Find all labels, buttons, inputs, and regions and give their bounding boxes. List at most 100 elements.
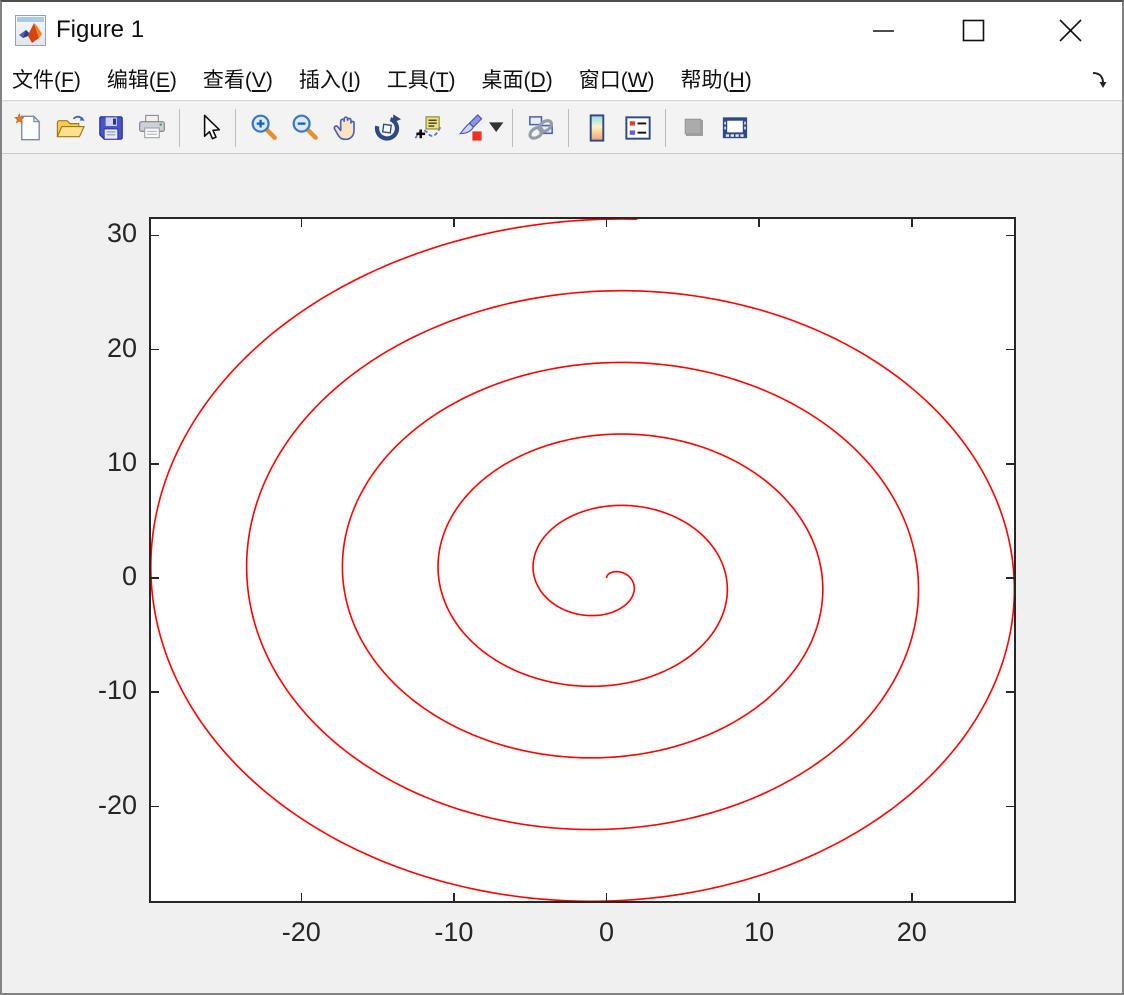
x-tick-label: 0 (599, 917, 615, 947)
y-tick-right (1006, 691, 1014, 694)
menu-item-desktop[interactable]: 桌面(D) (482, 64, 553, 94)
toolbar-separator (665, 108, 666, 147)
zoom-out-icon (292, 114, 318, 140)
edit-plot-pointer-button[interactable] (187, 107, 228, 149)
titlebar[interactable]: Figure 1 (2, 2, 1122, 58)
maximize-icon (962, 19, 984, 41)
maximize-button[interactable] (928, 2, 1018, 58)
x-tick-label: -20 (281, 917, 321, 947)
hide-plot-tools-button (673, 107, 714, 149)
y-tick (151, 805, 159, 808)
zoom-in-button[interactable] (243, 107, 284, 149)
x-tick (300, 893, 303, 901)
menu-item-insert[interactable]: 插入(I) (299, 64, 361, 94)
link-plot-button[interactable] (520, 107, 561, 149)
link-plot-icon (527, 115, 553, 140)
insert-legend-button[interactable] (617, 107, 658, 149)
toolbar-separator (512, 108, 513, 147)
minimize-icon (872, 29, 894, 32)
matlab-logo (19, 22, 42, 43)
open-file-icon (56, 115, 85, 137)
data-cursor-button[interactable] (407, 107, 448, 149)
y-tick-right (1006, 577, 1014, 579)
print-figure-button[interactable] (131, 107, 172, 149)
figure-toolbar (2, 102, 1122, 154)
brush-dropdown-button[interactable] (489, 107, 505, 149)
minimize-button[interactable] (838, 2, 928, 58)
chevron-down-icon (489, 121, 504, 132)
menubar: 文件(F) 编辑(E) 查看(V) 插入(I) 工具(T) 桌面(D) 窗口(W) 帮助(H) (2, 58, 1122, 101)
brush-icon (458, 113, 482, 141)
save-figure-icon (98, 115, 123, 140)
menu-item-help[interactable]: 帮助(H) (681, 64, 752, 94)
y-tick-label: 10 (106, 446, 137, 477)
close-button[interactable] (1018, 2, 1122, 58)
y-tick-right (1006, 234, 1014, 237)
x-tick (910, 893, 913, 901)
toolbar-separator (235, 108, 236, 147)
x-tick-label: 20 (896, 917, 927, 947)
hide-plot-tools-icon (684, 118, 703, 136)
dock-figure-arrow-icon[interactable] (1086, 66, 1112, 92)
menu-item-view[interactable]: 查看(V) (203, 64, 273, 94)
pan-hand-icon (333, 115, 355, 140)
y-tick-label: 0 (121, 560, 137, 591)
close-icon (1058, 18, 1082, 42)
menu-item-window[interactable]: 窗口(W) (579, 64, 655, 94)
window-title: Figure 1 (56, 16, 145, 43)
new-figure-button[interactable] (8, 107, 49, 149)
zoom-in-icon (251, 114, 277, 140)
x-tick-label: -10 (434, 917, 474, 947)
plot-area (151, 219, 1014, 901)
brush-data-button[interactable] (448, 107, 489, 149)
y-tick-label: -20 (97, 789, 137, 820)
figure-canvas: -20 -10 0 10 20 -20 -10 0 10 20 30 (2, 155, 1122, 993)
show-plot-tools-dock-button[interactable] (714, 107, 755, 149)
spiral-line (151, 219, 1014, 901)
axes[interactable] (149, 217, 1016, 903)
y-tick (151, 234, 159, 237)
x-tick (758, 893, 760, 901)
y-tick (151, 348, 159, 351)
x-tick (605, 893, 608, 901)
insert-colorbar-icon (589, 113, 604, 142)
x-tick-top (453, 219, 455, 227)
matlab-figure-window: Figure 1 文件(F) 编辑(E) 查看(V) 插入(I) 工具(T) 桌面 (0, 0, 1124, 995)
menu-item-tools[interactable]: 工具(T) (387, 64, 456, 94)
data-cursor-icon (414, 115, 441, 139)
x-tick-top (605, 219, 608, 227)
x-tick-top (300, 219, 303, 227)
rotate-3d-icon (374, 113, 401, 141)
x-tick-top (758, 219, 760, 227)
insert-colorbar-button[interactable] (576, 107, 617, 149)
menu-item-file[interactable]: 文件(F) (12, 64, 81, 94)
menu-item-edit[interactable]: 编辑(E) (107, 64, 177, 94)
window-controls (838, 2, 1122, 58)
y-tick-label: 20 (106, 332, 137, 363)
y-tick (151, 463, 159, 465)
y-tick-label: -10 (97, 675, 137, 706)
save-figure-button[interactable] (90, 107, 131, 149)
toolbar-separator (179, 108, 180, 147)
y-tick (151, 577, 159, 579)
insert-legend-icon (624, 115, 651, 140)
y-tick-label: 30 (106, 218, 137, 249)
y-tick-right (1006, 463, 1014, 465)
x-tick-top (910, 219, 913, 227)
menu-items: 文件(F) 编辑(E) 查看(V) 插入(I) 工具(T) 桌面(D) 窗口(W) 帮助(H) (12, 64, 778, 94)
new-figure-icon (13, 112, 41, 140)
pointer-arrow-icon (203, 114, 220, 139)
pan-button[interactable] (325, 107, 366, 149)
y-tick (151, 691, 159, 694)
open-file-button[interactable] (49, 107, 90, 149)
toolbar-separator (568, 108, 569, 147)
print-figure-icon (138, 114, 165, 138)
y-tick-right (1006, 348, 1014, 351)
matlab-figure-icon (15, 14, 46, 46)
x-tick-label: 10 (744, 917, 775, 947)
y-tick-right (1006, 805, 1014, 808)
x-tick (453, 893, 455, 901)
show-plot-tools-dock-icon (722, 116, 747, 138)
rotate-3d-button[interactable] (366, 107, 407, 149)
zoom-out-button[interactable] (284, 107, 325, 149)
